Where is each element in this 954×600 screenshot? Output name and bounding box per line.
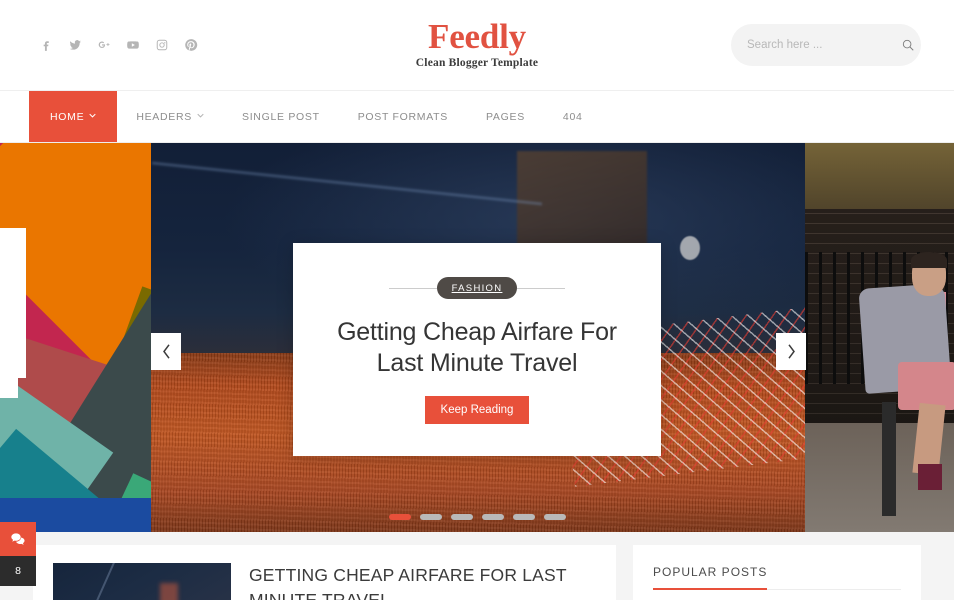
nav-item-label: PAGES (486, 110, 525, 123)
slider-dot-1[interactable] (388, 514, 411, 520)
slider-dot-2[interactable] (419, 514, 442, 520)
sidebar: POPULAR POSTS (633, 545, 921, 600)
content-area: GETTING CHEAP AIRFARE FOR LAST MINUTE TR… (0, 532, 954, 600)
fashion-photo-image (805, 143, 954, 532)
post-title-link[interactable]: GETTING CHEAP AIRFARE FOR LAST MINUTE TR… (249, 563, 596, 600)
header-bar: Feedly Clean Blogger Template (0, 0, 954, 90)
nav-item-404[interactable]: 404 (544, 91, 602, 142)
search-input[interactable] (747, 39, 901, 51)
slide-category-badge[interactable]: FASHION (436, 277, 518, 299)
slide-caption-card: FASHION Getting Cheap Airfare For Last M… (293, 243, 661, 456)
geometric-artwork-image (0, 143, 151, 532)
keep-reading-button[interactable]: Keep Reading (424, 396, 530, 424)
slider-dot-3[interactable] (450, 514, 473, 520)
google-plus-icon[interactable] (96, 38, 111, 53)
chevron-left-icon (162, 344, 170, 359)
youtube-icon[interactable] (125, 38, 140, 53)
page-stage: Feedly Clean Blogger Template HOME HEADE… (0, 0, 954, 600)
twitter-icon[interactable] (67, 38, 82, 53)
nav-item-post-formats[interactable]: POST FORMATS (339, 91, 467, 142)
post-list: GETTING CHEAP AIRFARE FOR LAST MINUTE TR… (33, 545, 616, 600)
nav-item-headers[interactable]: HEADERS (117, 91, 223, 142)
slider-prev-button[interactable] (151, 333, 181, 370)
pinterest-icon[interactable] (183, 38, 198, 53)
slider-dot-4[interactable] (481, 514, 504, 520)
slider-next-button[interactable] (776, 333, 806, 370)
comment-bubble-icon (11, 533, 25, 545)
slider-dot-6[interactable] (543, 514, 566, 520)
nav-item-pages[interactable]: PAGES (467, 91, 544, 142)
popular-posts-heading: POPULAR POSTS (653, 565, 768, 590)
nav-item-label: HEADERS (136, 110, 192, 123)
nav-item-label: 404 (562, 110, 583, 123)
slider-pagination (0, 514, 954, 520)
nav-item-label: POST FORMATS (357, 110, 448, 123)
slide-preview-next[interactable] (805, 143, 954, 532)
divider-line-right (517, 287, 566, 289)
chevron-down-icon (197, 112, 204, 119)
hero-slider: FASHION Getting Cheap Airfare For Last M… (0, 143, 954, 532)
post-thumbnail-image[interactable] (53, 563, 231, 600)
search-button[interactable] (901, 37, 915, 53)
search-box[interactable] (731, 24, 921, 66)
chevron-down-icon (89, 112, 96, 119)
instagram-icon[interactable] (154, 38, 169, 53)
nav-item-single-post[interactable]: SINGLE POST (223, 91, 339, 142)
social-links (0, 38, 300, 53)
logo-tagline: Clean Blogger Template (415, 57, 539, 70)
comment-count: 8 (0, 556, 36, 586)
comment-widget[interactable]: 8 (0, 522, 36, 586)
slider-dot-5[interactable] (512, 514, 535, 520)
logo-title: Feedly (428, 16, 526, 56)
slide-preview-previous[interactable] (0, 143, 151, 532)
main-navigation: HOME HEADERS SINGLE POST POST FORMATS PA… (0, 90, 954, 143)
nav-item-label: HOME (50, 110, 85, 123)
facebook-icon[interactable] (38, 38, 53, 53)
nav-item-home[interactable]: HOME (29, 91, 118, 142)
slide-title: Getting Cheap Airfare For Last Minute Tr… (337, 318, 617, 377)
logo-link[interactable]: Feedly Clean Blogger Template (415, 16, 539, 70)
divider-line-left (388, 287, 437, 289)
comment-widget-toggle[interactable] (0, 522, 36, 556)
search-icon (902, 39, 914, 51)
chevron-right-icon (787, 344, 795, 359)
nav-item-label: SINGLE POST (241, 110, 320, 123)
slide-category-row: FASHION (323, 277, 631, 299)
